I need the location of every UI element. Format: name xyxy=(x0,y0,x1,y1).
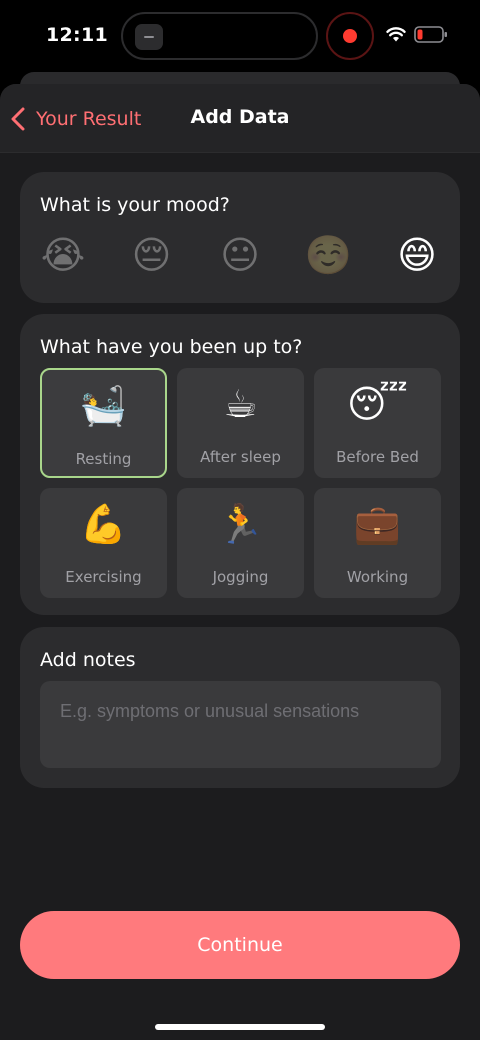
battery-icon xyxy=(414,26,447,43)
activity-label: Resting xyxy=(75,450,132,468)
activity-tile-working[interactable]: 💼 Working xyxy=(314,488,441,598)
activity-tile-after-sleep[interactable]: ☕ After sleep xyxy=(177,368,304,478)
notes-title: Add notes xyxy=(40,649,136,671)
activity-tile-jogging[interactable]: 🏃 Jogging xyxy=(177,488,304,598)
navigation-bar: Your Result Add Data xyxy=(0,84,480,153)
wifi-icon xyxy=(386,27,406,42)
mood-sad-icon[interactable]: 😔 xyxy=(129,232,175,278)
runner-icon: 🏃 xyxy=(216,502,265,546)
home-indicator xyxy=(155,1024,325,1030)
mood-neutral-icon[interactable]: 😐 xyxy=(217,232,263,278)
mood-crying-icon[interactable]: 😭 xyxy=(40,232,86,278)
page-title: Add Data xyxy=(190,106,290,128)
coffee-icon: ☕ xyxy=(223,382,258,426)
sleeping-face-icon: 😴 xyxy=(347,382,408,426)
add-data-sheet: Your Result Add Data What is your mood? … xyxy=(0,84,480,1040)
mood-content-icon[interactable]: ☺️ xyxy=(305,232,352,278)
activity-label: Jogging xyxy=(212,568,269,586)
activity-label: Before Bed xyxy=(336,448,419,466)
app-indicator-icon xyxy=(135,24,163,50)
dynamic-island xyxy=(121,12,318,60)
activity-tile-resting[interactable]: 🛀 Resting xyxy=(40,368,167,478)
record-dot-icon xyxy=(343,29,357,43)
status-time: 12:11 xyxy=(46,24,108,46)
mood-question: What is your mood? xyxy=(40,194,230,216)
activity-label: Exercising xyxy=(65,568,142,586)
activity-card: What have you been up to? 🛀 Resting ☕ Af… xyxy=(20,314,460,615)
activity-question: What have you been up to? xyxy=(40,336,303,358)
flexed-bicep-icon: 💪 xyxy=(79,502,128,546)
notes-card: Add notes xyxy=(20,627,460,788)
status-bar: 12:11 xyxy=(0,0,480,72)
mood-happy-icon[interactable]: 😄 xyxy=(394,232,440,278)
activity-grid: 🛀 Resting ☕ After sleep 😴 Before Bed 💪 E… xyxy=(40,368,441,598)
mood-card: What is your mood? 😭 😔 😐 ☺️ 😄 xyxy=(20,172,460,303)
bathtub-icon: 🛀 xyxy=(79,384,128,428)
continue-button[interactable]: Continue xyxy=(20,911,460,979)
activity-tile-exercising[interactable]: 💪 Exercising xyxy=(40,488,167,598)
activity-label: Working xyxy=(346,568,409,586)
notes-input[interactable] xyxy=(40,681,441,768)
activity-tile-before-bed[interactable]: 😴 Before Bed xyxy=(314,368,441,478)
activity-label: After sleep xyxy=(200,448,281,466)
mood-options: 😭 😔 😐 ☺️ 😄 xyxy=(40,232,440,278)
briefcase-icon: 💼 xyxy=(353,502,402,546)
screen-recording-indicator[interactable] xyxy=(326,12,374,60)
